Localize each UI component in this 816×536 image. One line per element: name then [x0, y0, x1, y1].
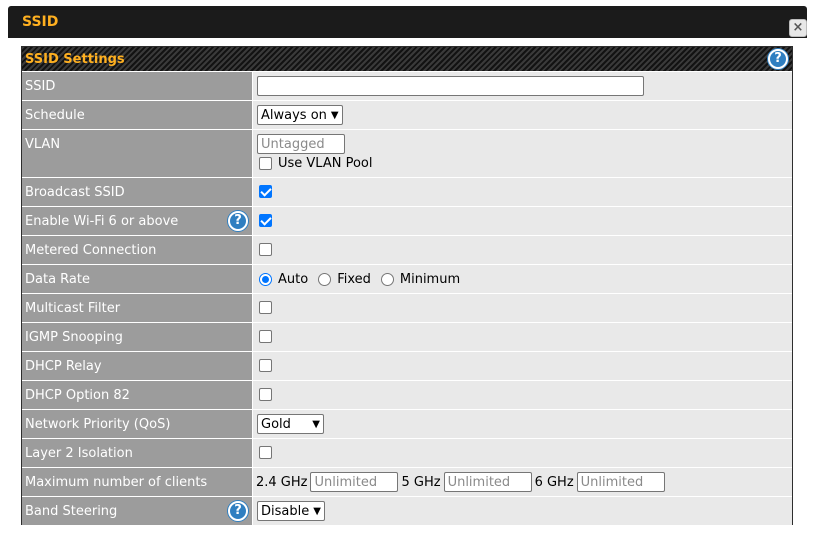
- band-steering-select[interactable]: Disable ▼: [257, 501, 325, 521]
- value-max-clients: 2.4 GHz 5 GHz 6 GHz: [253, 468, 792, 496]
- row-wifi6: Enable Wi-Fi 6 or above ?: [22, 206, 792, 235]
- row-max-clients: Maximum number of clients 2.4 GHz 5 GHz …: [22, 467, 792, 496]
- row-broadcast-ssid: Broadcast SSID: [22, 177, 792, 206]
- row-dhcp-relay: DHCP Relay: [22, 351, 792, 380]
- schedule-select[interactable]: Always on ▼: [257, 105, 343, 125]
- broadcast-ssid-checkbox[interactable]: [259, 185, 272, 198]
- data-rate-minimum-radio[interactable]: [380, 273, 394, 286]
- wifi6-checkbox[interactable]: [259, 214, 272, 227]
- multicast-filter-checkbox[interactable]: [259, 301, 272, 314]
- value-wifi6: [253, 207, 792, 235]
- layer2-isolation-checkbox[interactable]: [259, 446, 272, 459]
- value-data-rate: Auto Fixed Minimum: [253, 265, 792, 293]
- label-layer2-isolation: Layer 2 Isolation: [22, 439, 253, 467]
- value-vlan: Use VLAN Pool: [253, 130, 792, 177]
- data-rate-option-fixed[interactable]: Fixed: [318, 272, 371, 287]
- value-multicast-filter: [253, 294, 792, 322]
- value-ssid: [253, 72, 792, 100]
- row-multicast-filter: Multicast Filter: [22, 293, 792, 322]
- label-multicast-filter: Multicast Filter: [22, 294, 253, 322]
- data-rate-minimum-label: Minimum: [399, 272, 461, 287]
- label-dhcp-relay: DHCP Relay: [22, 352, 253, 380]
- row-data-rate: Data Rate Auto Fixed Minimum: [22, 264, 792, 293]
- chevron-down-icon: ▼: [312, 418, 320, 430]
- row-layer2-isolation: Layer 2 Isolation: [22, 438, 792, 467]
- label-igmp-snooping: IGMP Snooping: [22, 323, 253, 351]
- label-band-steering: Band Steering ?: [22, 497, 253, 525]
- ssid-input[interactable]: [257, 76, 644, 96]
- dialog-title: SSID: [22, 14, 59, 30]
- band-24-label: 2.4 GHz: [256, 475, 308, 490]
- section-header: SSID Settings ?: [22, 47, 792, 71]
- label-wifi6: Enable Wi-Fi 6 or above ?: [22, 207, 253, 235]
- label-qos: Network Priority (QoS): [22, 410, 253, 438]
- metered-checkbox[interactable]: [259, 243, 272, 256]
- row-dhcp-option-82: DHCP Option 82: [22, 380, 792, 409]
- value-dhcp-relay: [253, 352, 792, 380]
- dhcp-option-82-checkbox[interactable]: [259, 388, 272, 401]
- value-schedule: Always on ▼: [253, 101, 792, 129]
- band-steering-label-text: Band Steering: [25, 504, 118, 519]
- section-title: SSID Settings: [25, 52, 125, 67]
- row-ssid: SSID: [22, 71, 792, 100]
- label-dhcp-option-82: DHCP Option 82: [22, 381, 253, 409]
- label-schedule: Schedule: [22, 101, 253, 129]
- data-rate-auto-label: Auto: [278, 272, 309, 287]
- value-dhcp-option-82: [253, 381, 792, 409]
- max-clients-6-input[interactable]: [576, 472, 665, 492]
- data-rate-fixed-radio[interactable]: [318, 273, 332, 286]
- value-broadcast-ssid: [253, 178, 792, 206]
- value-layer2-isolation: [253, 439, 792, 467]
- schedule-selected-value: Always on: [261, 107, 327, 123]
- chevron-down-icon: ▼: [330, 109, 339, 121]
- vlan-pool-checkbox[interactable]: [259, 157, 272, 170]
- label-max-clients: Maximum number of clients: [22, 468, 253, 496]
- row-band-steering: Band Steering ? Disable ▼: [22, 496, 792, 525]
- band-5-label: 5 GHz: [401, 475, 441, 490]
- value-band-steering: Disable ▼: [253, 497, 792, 525]
- value-igmp-snooping: [253, 323, 792, 351]
- label-broadcast-ssid: Broadcast SSID: [22, 178, 253, 206]
- row-qos: Network Priority (QoS) Gold ▼: [22, 409, 792, 438]
- ssid-settings-panel: SSID Settings ? SSID Schedule Always on …: [21, 46, 793, 525]
- row-metered: Metered Connection: [22, 235, 792, 264]
- vlan-pool-label: Use VLAN Pool: [278, 156, 373, 171]
- label-vlan: VLAN: [22, 130, 253, 177]
- dhcp-relay-checkbox[interactable]: [259, 359, 272, 372]
- value-qos: Gold ▼: [253, 410, 792, 438]
- close-icon[interactable]: ×: [789, 19, 807, 37]
- chevron-down-icon: ▼: [313, 505, 321, 517]
- row-schedule: Schedule Always on ▼: [22, 100, 792, 129]
- qos-selected-value: Gold: [261, 416, 291, 432]
- help-circle-icon[interactable]: ?: [228, 211, 248, 231]
- label-data-rate: Data Rate: [22, 265, 253, 293]
- qos-select[interactable]: Gold ▼: [257, 414, 324, 434]
- help-circle-icon[interactable]: ?: [228, 501, 248, 521]
- data-rate-auto-radio[interactable]: [259, 273, 272, 286]
- vlan-input[interactable]: [257, 134, 345, 154]
- vlan-pool-option: Use VLAN Pool: [257, 156, 373, 171]
- data-rate-option-minimum[interactable]: Minimum: [380, 272, 461, 287]
- row-igmp-snooping: IGMP Snooping: [22, 322, 792, 351]
- max-clients-5-input[interactable]: [443, 472, 532, 492]
- band-6-label: 6 GHz: [534, 475, 574, 490]
- data-rate-fixed-label: Fixed: [337, 272, 371, 287]
- igmp-snooping-checkbox[interactable]: [259, 330, 272, 343]
- band-steering-selected-value: Disable: [261, 503, 310, 519]
- dialog-header: SSID ×: [8, 6, 807, 38]
- data-rate-option-auto[interactable]: Auto: [259, 272, 308, 287]
- label-ssid: SSID: [22, 72, 253, 100]
- wifi6-label-text: Enable Wi-Fi 6 or above: [25, 214, 179, 229]
- row-vlan: VLAN Use VLAN Pool: [22, 129, 792, 177]
- max-clients-24-input[interactable]: [310, 472, 399, 492]
- value-metered: [253, 236, 792, 264]
- help-circle-icon[interactable]: ?: [768, 49, 788, 69]
- label-metered: Metered Connection: [22, 236, 253, 264]
